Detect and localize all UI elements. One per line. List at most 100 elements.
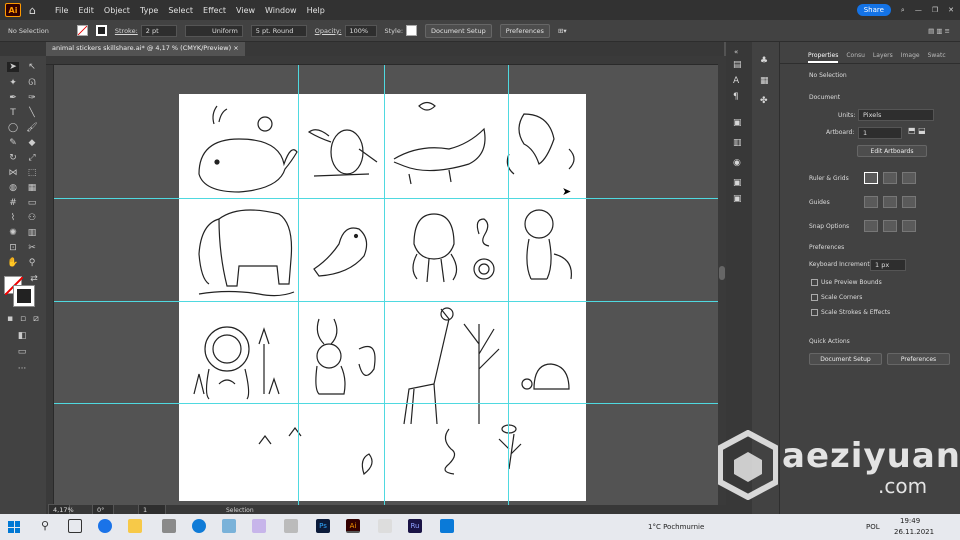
minimize-icon[interactable]: — — [915, 6, 922, 14]
artboard-tool-icon[interactable]: ⊡ — [7, 243, 19, 253]
scale-icon[interactable]: ⤢ — [26, 153, 38, 163]
weather-text[interactable]: 1°C Pochmurnie — [648, 523, 704, 531]
guide-vertical[interactable] — [384, 65, 385, 505]
selection-tool-icon[interactable]: ➤ — [7, 62, 19, 72]
menu-view[interactable]: View — [236, 6, 255, 15]
menu-type[interactable]: Type — [140, 6, 158, 15]
eraser-icon[interactable]: ◆ — [26, 138, 38, 148]
menu-window[interactable]: Window — [265, 6, 297, 15]
search-icon[interactable]: ⌕ — [901, 6, 905, 15]
photoshop-icon[interactable]: Ps — [316, 519, 330, 533]
illustrator-taskbar-icon[interactable]: Ai — [346, 519, 360, 533]
file-explorer-icon[interactable] — [128, 519, 142, 533]
graph-tool-icon[interactable]: ▥ — [26, 228, 38, 238]
app-w-icon[interactable] — [252, 519, 266, 533]
more-tools-icon[interactable]: ··· — [16, 364, 28, 374]
collapse-arrows-icon[interactable]: « — [734, 48, 738, 56]
stroke-color-icon[interactable] — [13, 285, 35, 307]
quick-preferences-button[interactable]: Preferences — [887, 353, 950, 365]
opacity-field[interactable]: 100% — [344, 24, 377, 37]
transform-icon[interactable]: ▣ — [733, 118, 742, 128]
perspective-icon[interactable]: ▦ — [26, 183, 38, 193]
brushes-panel-icon[interactable]: ✤ — [760, 96, 768, 106]
gradient-mode-icon[interactable]: ▫ — [17, 314, 29, 324]
transparency-grid-icon[interactable] — [902, 172, 916, 184]
tab-image[interactable]: Image — [901, 52, 920, 63]
pencil-icon[interactable]: ✎ — [7, 138, 19, 148]
swap-colors-icon[interactable]: ⇄ — [28, 274, 40, 284]
paragraph-icon[interactable]: ¶ — [733, 92, 739, 102]
preferences-button[interactable]: Preferences — [499, 23, 550, 38]
tab-swatches[interactable]: Swatc — [928, 52, 946, 63]
screen-mode-icon[interactable]: ▭ — [16, 347, 28, 357]
tab-layers[interactable]: Layers — [873, 52, 893, 63]
tab-properties[interactable]: Properties — [808, 52, 839, 63]
scale-strokes-checkbox[interactable] — [811, 309, 818, 316]
character-icon[interactable]: A — [733, 76, 739, 86]
menu-edit[interactable]: Edit — [78, 6, 94, 15]
rotate-icon[interactable]: ↻ — [7, 153, 19, 163]
hand-tool-icon[interactable]: ✋ — [7, 258, 19, 268]
pathfinder-icon[interactable]: ◉ — [733, 158, 741, 168]
edit-artboards-button[interactable]: Edit Artboards — [857, 145, 927, 157]
symbol-sprayer-icon[interactable]: ✺ — [7, 228, 19, 238]
artboard-select[interactable]: 1 — [858, 127, 902, 139]
ruler-icon[interactable] — [864, 172, 878, 184]
curvature-icon[interactable]: ✑ — [26, 93, 38, 103]
fill-swatch[interactable] — [76, 25, 88, 36]
snap-pixel-icon[interactable] — [883, 220, 897, 232]
ellipse-tool-icon[interactable]: ◯ — [7, 123, 19, 133]
maximize-icon[interactable]: ❐ — [932, 6, 938, 14]
draw-mode-icon[interactable]: ◧ — [16, 331, 28, 341]
line-tool-icon[interactable]: ╲ — [26, 108, 38, 118]
slice-tool-icon[interactable]: ✂ — [26, 243, 38, 253]
guide-vertical[interactable] — [508, 65, 509, 505]
app-cat-icon[interactable] — [284, 519, 298, 533]
app-icon[interactable] — [162, 519, 176, 533]
arrange-icon[interactable]: ⊞▾ — [558, 27, 567, 35]
menu-help[interactable]: Help — [307, 6, 325, 15]
grid-icon[interactable] — [883, 172, 897, 184]
lock-guides-icon[interactable] — [883, 196, 897, 208]
edge-icon[interactable] — [192, 519, 206, 533]
keyboard-increment-field[interactable]: 1 px — [870, 259, 906, 271]
snap-point-icon[interactable] — [864, 220, 878, 232]
libraries-icon[interactable]: ▤ — [733, 60, 742, 70]
zoom-tool-icon[interactable]: ⚲ — [26, 258, 38, 268]
preview-bounds-checkbox[interactable] — [811, 279, 818, 286]
quick-document-setup-button[interactable]: Document Setup — [809, 353, 882, 365]
style-swatch[interactable] — [406, 25, 418, 36]
paintbrush-icon[interactable]: 🖌 — [26, 123, 38, 133]
chrome-icon[interactable] — [98, 519, 112, 533]
export-icon[interactable]: ▣ — [733, 178, 742, 188]
gradient-icon[interactable]: ▭ — [26, 198, 38, 208]
camera-icon[interactable] — [440, 519, 454, 533]
artboard[interactable] — [179, 94, 586, 501]
taskbar-search-icon[interactable]: ⚲ — [38, 519, 52, 533]
clock-date[interactable]: 26.11.2021 — [894, 528, 934, 536]
share-button[interactable]: Share — [856, 4, 891, 16]
stroke-weight-field[interactable]: 2 pt — [140, 24, 177, 37]
snap-glyph-icon[interactable] — [902, 220, 916, 232]
menu-object[interactable]: Object — [104, 6, 130, 15]
artboard-nav-icon[interactable]: ⬒ ⬓ — [908, 126, 926, 135]
canvas[interactable]: ➤ — [54, 65, 718, 505]
shape-builder-icon[interactable]: ◍ — [7, 183, 19, 193]
magic-wand-icon[interactable]: ✦ — [7, 78, 19, 88]
stroke-profile-select[interactable]: Uniform — [184, 24, 243, 37]
brush-select[interactable]: 5 pt. Round — [250, 24, 307, 37]
align-icon[interactable]: ▤ ▥ ≡ — [928, 27, 950, 35]
guide-horizontal[interactable] — [54, 403, 718, 404]
rush-icon[interactable]: Ru — [408, 519, 422, 533]
lasso-icon[interactable]: ᘏ — [26, 78, 38, 88]
blend-icon[interactable]: ⚇ — [26, 213, 38, 223]
asset-export-icon[interactable]: ▣ — [733, 194, 742, 204]
task-view-icon[interactable] — [68, 519, 82, 533]
swatches-panel-icon[interactable]: ▦ — [760, 76, 769, 86]
document-setup-button[interactable]: Document Setup — [425, 23, 492, 38]
type-tool-icon[interactable]: T — [7, 108, 19, 118]
none-mode-icon[interactable]: ⧄ — [30, 314, 42, 324]
width-tool-icon[interactable]: ⋈ — [7, 168, 19, 178]
tab-consu[interactable]: Consu — [846, 52, 865, 63]
menu-file[interactable]: File — [55, 6, 68, 15]
